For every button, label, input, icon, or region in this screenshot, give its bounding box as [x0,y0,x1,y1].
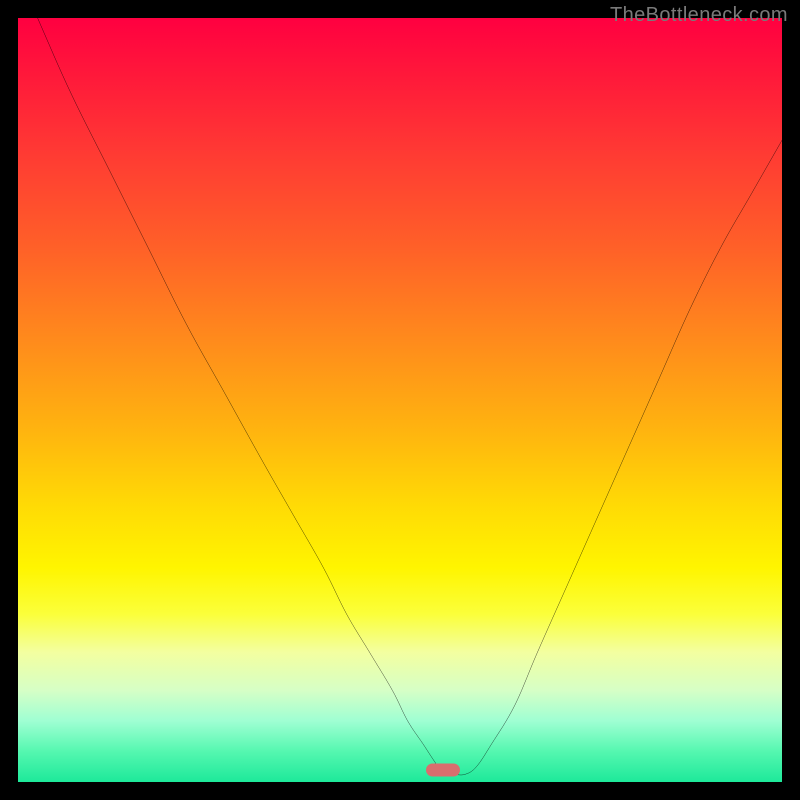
min-point-marker [426,763,460,776]
watermark-label: TheBottleneck.com [610,4,788,27]
chart-stage: TheBottleneck.com [0,0,800,800]
bottleneck-curve [18,18,782,782]
plot-area [18,18,782,782]
